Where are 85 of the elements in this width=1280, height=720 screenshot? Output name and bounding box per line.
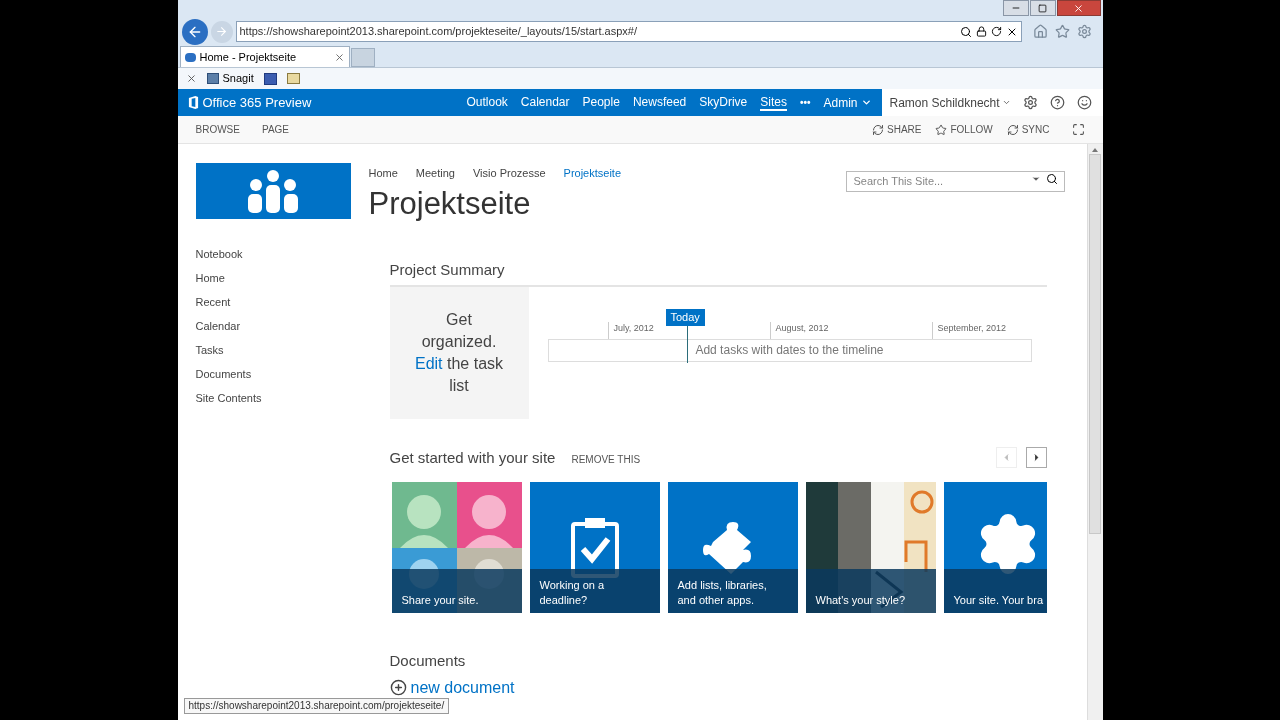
quick-launch-link[interactable]: Calendar [195, 317, 390, 335]
suite-link[interactable]: Sites [760, 94, 787, 111]
caret-icon [1001, 98, 1011, 107]
toolbar-app-icon[interactable] [263, 72, 277, 85]
today-line [686, 325, 688, 363]
close-toolbar-icon[interactable] [185, 73, 197, 84]
share-button[interactable]: SHARE [872, 122, 922, 137]
star-icon [935, 123, 948, 136]
edit-link[interactable]: Edit [414, 354, 443, 372]
maximize-icon [1038, 3, 1047, 13]
top-nav-link[interactable]: Visio Prozesse [473, 165, 546, 182]
page-title: Projektseite [368, 185, 532, 222]
back-button[interactable] [181, 18, 208, 45]
help-icon[interactable] [1049, 95, 1065, 110]
plus-circle-icon [389, 679, 407, 696]
scrollbar[interactable] [1086, 144, 1103, 720]
user-menu[interactable]: Ramon Schildknecht [889, 93, 1011, 112]
suite-link[interactable]: Newsfeed [632, 94, 687, 111]
address-field[interactable]: https://showsharepoint2013.sharepoint.com/projekteseite/_layouts/15/start.aspx#/ [235, 21, 1022, 42]
get-started-tile[interactable]: Working on a deadline? [529, 482, 660, 613]
minimize-button[interactable] [1002, 0, 1029, 16]
tile-caption: Your site. Your bra [953, 593, 1043, 608]
follow-button[interactable]: FOLLOW [935, 122, 993, 137]
focus-content-icon[interactable] [1071, 123, 1085, 136]
ribbon-tab[interactable]: PAGE [261, 122, 289, 137]
browser-tab[interactable]: Home - Projektseite [179, 46, 350, 67]
admin-menu[interactable]: Admin [823, 93, 872, 112]
forward-arrow-icon [215, 25, 228, 38]
tile-caption: Working on a deadline? [539, 578, 606, 608]
refresh-icon [1006, 123, 1019, 136]
maximize-button[interactable] [1029, 0, 1056, 16]
tile-caption: Share your site. [401, 593, 479, 608]
section-heading: Project Summary [389, 259, 506, 280]
refresh-icon[interactable] [990, 26, 1002, 37]
sync-button[interactable]: SYNC [1006, 122, 1050, 137]
star-icon[interactable] [1054, 24, 1070, 39]
quick-launch-link[interactable]: Site Contents [195, 389, 390, 407]
more-button[interactable]: ••• [799, 95, 811, 110]
new-document-link[interactable]: new document [389, 678, 515, 697]
top-nav-link[interactable]: Meeting [415, 165, 455, 182]
get-started-tile[interactable]: Add lists, libraries, and other apps. [667, 482, 798, 613]
suite-link[interactable]: Outlook [466, 94, 508, 111]
refresh-icon [872, 123, 884, 136]
quick-launch-link[interactable]: Documents [195, 365, 390, 383]
suite-link[interactable]: People [582, 94, 620, 111]
suite-link[interactable]: Calendar [520, 94, 570, 111]
status-url-tooltip: https://showsharepoint2013.sharepoint.com/projekteseite/ [183, 698, 450, 714]
settings-icon[interactable] [1022, 95, 1038, 110]
top-nav-link[interactable]: Projektseite [563, 165, 622, 182]
search-icon[interactable] [1045, 173, 1058, 185]
quick-launch-link[interactable]: Notebook [195, 245, 390, 263]
timeline-month: August, 2012 [769, 322, 932, 339]
site-logo[interactable] [195, 163, 351, 219]
search-icon[interactable] [959, 25, 972, 38]
remove-this-link[interactable]: REMOVE THIS [571, 451, 641, 467]
quick-launch-link[interactable]: Recent [195, 293, 390, 311]
top-nav-link[interactable]: Home [368, 165, 398, 182]
tile-caption: What's your style? [815, 593, 906, 608]
close-tab-icon[interactable] [333, 51, 345, 63]
quick-launch-link[interactable]: Tasks [195, 341, 390, 359]
home-icon[interactable] [1032, 24, 1048, 39]
get-started-tile[interactable]: What's your style? [805, 482, 936, 613]
close-button[interactable] [1056, 0, 1101, 16]
search-field[interactable]: Search This Site... [845, 170, 1065, 192]
today-marker: Today [665, 308, 705, 326]
office-logo-icon [187, 96, 199, 109]
ribbon-tab[interactable]: BROWSE [195, 122, 240, 137]
close-icon [1073, 2, 1084, 14]
timeline-bar: Add tasks with dates to the timeline [547, 338, 1032, 362]
favorite-link[interactable]: Snagit [206, 70, 254, 87]
task-list-prompt: Get organized. Edit the task list [413, 309, 505, 396]
quick-launch-link[interactable]: Home [195, 269, 390, 287]
section-heading: Documents [389, 651, 467, 671]
office-brand[interactable]: Office 365 Preview [187, 92, 312, 113]
section-heading: Get started with your site [389, 447, 556, 468]
lock-icon [975, 26, 987, 37]
get-started-tile[interactable]: Your site. Your bra [943, 482, 1047, 613]
caret-icon[interactable] [1030, 174, 1041, 184]
get-started-tile[interactable]: Share your site. [391, 482, 522, 613]
timeline-month: September, 2012 [931, 322, 1032, 339]
scroll-up-icon[interactable] [1092, 148, 1098, 152]
suite-link[interactable]: SkyDrive [699, 94, 748, 111]
caret-icon [860, 97, 872, 108]
tile-caption: Add lists, libraries, and other apps. [677, 578, 768, 608]
feedback-smiley-icon[interactable] [1076, 95, 1092, 110]
